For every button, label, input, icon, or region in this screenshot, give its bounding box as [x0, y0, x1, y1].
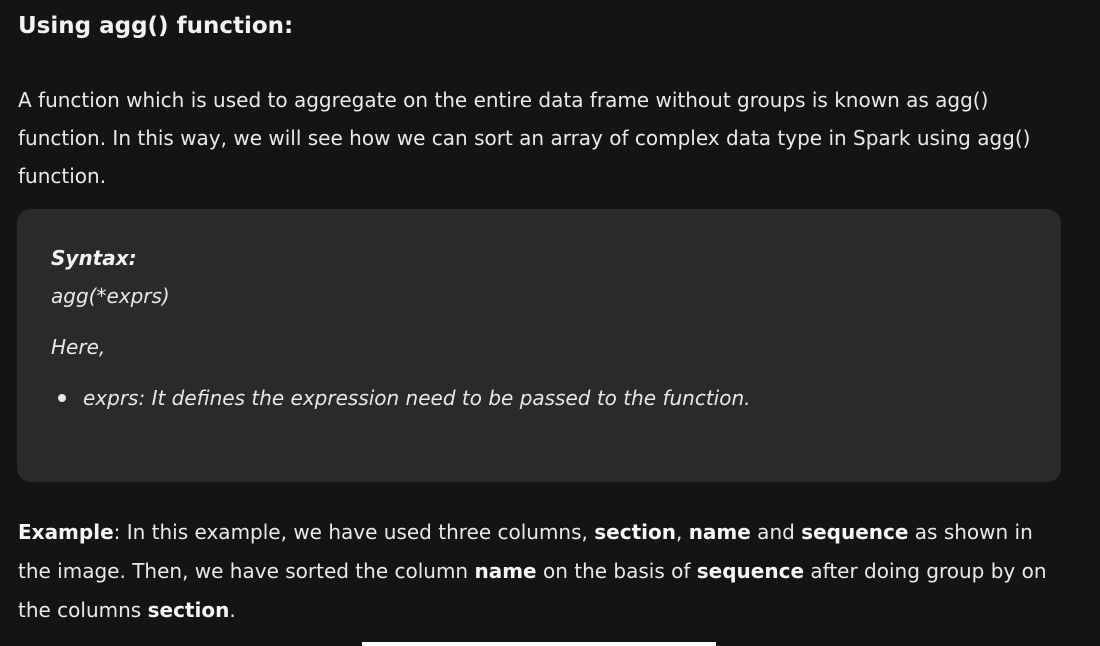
- example-image: [362, 642, 716, 646]
- column-name-sequence: sequence: [801, 520, 909, 544]
- parameter-item: exprs: It defines the expression need to…: [58, 383, 751, 413]
- here-text: Here,: [51, 335, 106, 359]
- syntax-box: [17, 209, 1061, 482]
- syntax-label: Syntax:: [51, 246, 137, 270]
- column-name-section: section: [594, 520, 676, 544]
- parameter-text: exprs: It defines the expression need to…: [83, 386, 751, 410]
- bullet-icon: [58, 394, 66, 402]
- section-heading: Using agg() function:: [18, 13, 294, 39]
- column-name-name: name: [688, 520, 751, 544]
- example-text: and: [750, 520, 802, 544]
- column-name-name: name: [474, 559, 537, 583]
- example-paragraph: Example: In this example, we have used t…: [18, 513, 1068, 630]
- example-text: ,: [675, 520, 689, 544]
- example-text: on the basis of: [536, 559, 697, 583]
- parameter-list: exprs: It defines the expression need to…: [58, 383, 751, 413]
- syntax-code: agg(*exprs): [51, 284, 170, 308]
- example-text: .: [229, 598, 236, 622]
- example-label: Example: [18, 520, 114, 544]
- intro-paragraph: A function which is used to aggregate on…: [18, 88, 1031, 188]
- article-page: Using agg() function: A function which i…: [0, 0, 1100, 646]
- column-name-section: section: [147, 598, 230, 622]
- column-name-sequence: sequence: [696, 559, 805, 583]
- example-text: : In this example, we have used three co…: [113, 520, 595, 544]
